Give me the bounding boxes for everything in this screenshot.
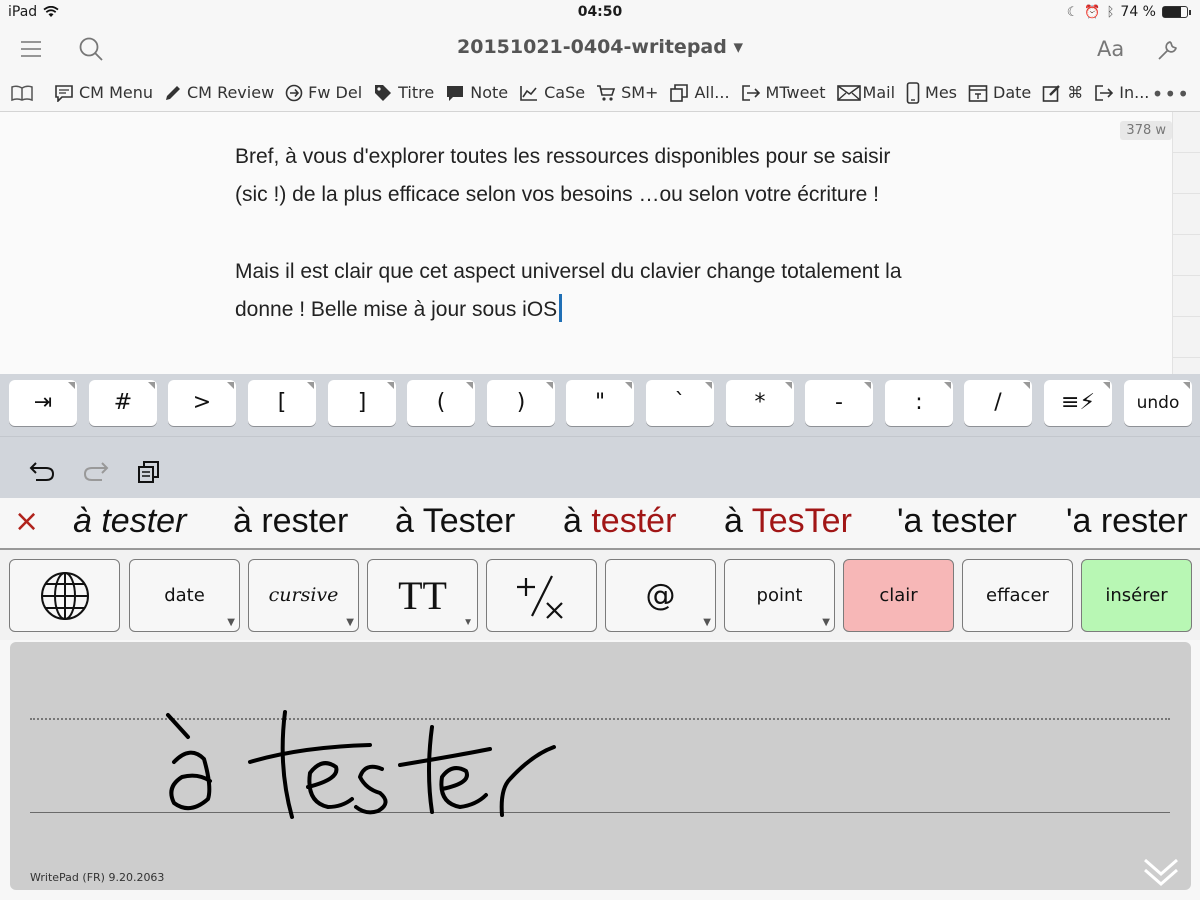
insert-button[interactable]: insérer — [1081, 559, 1192, 632]
editor-scrollbar[interactable] — [1172, 112, 1200, 374]
suggestion-bar: × à tester à rester à Tester à testér à … — [0, 498, 1200, 550]
symbol-key[interactable]: ( — [407, 380, 475, 426]
handwritten-ink — [166, 710, 556, 819]
toolbar-item-titre[interactable]: Titre — [373, 83, 434, 103]
toolbar-item-sm-plus[interactable]: SM+ — [596, 83, 658, 102]
edit-icon — [1042, 84, 1061, 102]
suggestion-item[interactable]: à TesTer — [724, 502, 852, 541]
moon-icon: ☾ — [1066, 4, 1079, 20]
suggestion-item[interactable]: à tester — [73, 502, 186, 541]
action-toolbar: CM Menu CM Review Fw Del Titre Note CaSe… — [0, 74, 1200, 112]
book-icon[interactable] — [10, 84, 34, 102]
edit-actions-bar — [0, 436, 1200, 498]
toolbar-item-all[interactable]: All... — [669, 83, 730, 103]
bluetooth-icon: ᛒ — [1106, 4, 1115, 20]
erase-button[interactable]: effacer — [962, 559, 1073, 632]
suggestion-item[interactable]: 'a tester — [897, 502, 1017, 541]
clear-button[interactable]: clair — [843, 559, 954, 632]
pencil-icon — [166, 85, 180, 100]
editor-paragraph-2: Mais il est clair que cet aspect univers… — [235, 260, 902, 322]
close-suggestions-button[interactable]: × — [14, 504, 39, 539]
extra-key-row: ⇥ # > []() " ` * -: / ≡⚡ undo — [0, 374, 1200, 436]
symbol-key[interactable]: ⇥ — [9, 380, 77, 426]
language-button[interactable] — [9, 559, 120, 632]
undo-icon[interactable] — [28, 459, 56, 483]
toolbar-item-mes[interactable]: Mes — [906, 81, 957, 104]
text-cursor — [559, 294, 563, 322]
at-symbol-button[interactable]: @ — [605, 559, 716, 632]
copy-icon — [670, 83, 689, 102]
redo-icon[interactable] — [82, 459, 110, 483]
toolbar-item-mtweet[interactable]: MTweet — [741, 83, 826, 102]
suggestion-item[interactable]: 'a rester — [1066, 502, 1188, 541]
writepad-buttons: date cursive TT @ point clair effacer in… — [0, 550, 1200, 640]
suggestion-item[interactable]: à rester — [233, 502, 348, 541]
toolbar-item-note[interactable]: Note — [445, 83, 508, 102]
phone-icon — [906, 81, 920, 104]
cart-icon — [597, 84, 616, 101]
symbol-key[interactable]: ) — [487, 380, 555, 426]
cursive-button[interactable]: cursive — [248, 559, 359, 632]
tag-icon — [375, 84, 392, 101]
symbol-key[interactable]: ` — [646, 380, 714, 426]
chat-icon — [55, 84, 73, 102]
symbol-key[interactable]: ] — [328, 380, 396, 426]
speech-bubble-icon — [447, 85, 464, 101]
date-button[interactable]: date — [129, 559, 240, 632]
symbol-key[interactable]: - — [805, 380, 873, 426]
symbol-key[interactable]: # — [89, 380, 157, 426]
status-bar: iPad 04:50 ☾ ⏰ ᛒ 74 % — [0, 0, 1200, 26]
document-title[interactable]: 20151021-0404-writepad ▾ — [0, 36, 1200, 58]
suggestion-item[interactable]: à testér — [563, 502, 676, 541]
alarm-icon: ⏰ — [1084, 4, 1101, 20]
case-button[interactable]: TT — [367, 559, 478, 632]
symbol-key[interactable]: * — [726, 380, 794, 426]
point-button[interactable]: point — [724, 559, 835, 632]
font-settings-button[interactable]: Aa — [1097, 37, 1124, 61]
toolbar-item-command[interactable]: ⌘ — [1042, 83, 1083, 103]
status-time: 04:50 — [577, 4, 623, 20]
calendar-icon — [968, 84, 988, 102]
symbol-key[interactable]: [ — [248, 380, 316, 426]
toolbar-item-fw-del[interactable]: Fw Del — [285, 83, 362, 102]
wrench-icon[interactable] — [1156, 38, 1180, 62]
word-count: 378 w — [1120, 121, 1172, 140]
nav-bar: 20151021-0404-writepad ▾ Aa — [0, 26, 1200, 74]
chart-icon — [520, 85, 538, 101]
paste-icon[interactable] — [137, 459, 163, 485]
export-icon — [1095, 84, 1114, 101]
suggestion-item[interactable]: à Tester — [395, 502, 515, 541]
math-symbols-button[interactable] — [486, 559, 597, 632]
globe-icon — [40, 572, 89, 620]
symbol-key[interactable]: ≡⚡ — [1044, 380, 1112, 426]
text-editor[interactable]: Bref, à vous d'explorer toutes les resso… — [0, 112, 1172, 374]
mail-icon — [836, 84, 861, 101]
symbol-key[interactable]: " — [566, 380, 634, 426]
toolbar-item-in[interactable]: In... — [1094, 83, 1149, 102]
more-options-button[interactable]: ••• — [1152, 82, 1190, 106]
battery-icon — [1162, 6, 1191, 18]
plus-minus-times-icon — [516, 575, 563, 619]
battery-percent: 74 % — [1120, 4, 1156, 20]
undo-key[interactable]: undo — [1124, 380, 1192, 426]
share-icon — [741, 84, 760, 101]
editor-paragraph-1: Bref, à vous d'explorer toutes les resso… — [235, 145, 891, 206]
symbol-key[interactable]: : — [885, 380, 953, 426]
symbol-key[interactable]: > — [168, 380, 236, 426]
toolbar-item-date[interactable]: Date — [968, 83, 1031, 103]
toolbar-item-cm-menu[interactable]: CM Menu — [54, 83, 153, 102]
hide-keyboard-chevron-icon[interactable] — [1141, 854, 1181, 888]
version-label: WritePad (FR) 9.20.2063 — [30, 871, 165, 884]
handwriting-area[interactable]: WritePad (FR) 9.20.2063 — [10, 642, 1191, 890]
toolbar-item-mail[interactable]: Mail — [836, 83, 895, 102]
symbol-key[interactable]: / — [964, 380, 1032, 426]
arrow-circle-icon — [285, 84, 303, 101]
toolbar-item-case[interactable]: CaSe — [519, 83, 585, 102]
toolbar-item-cm-review[interactable]: CM Review — [164, 83, 274, 102]
